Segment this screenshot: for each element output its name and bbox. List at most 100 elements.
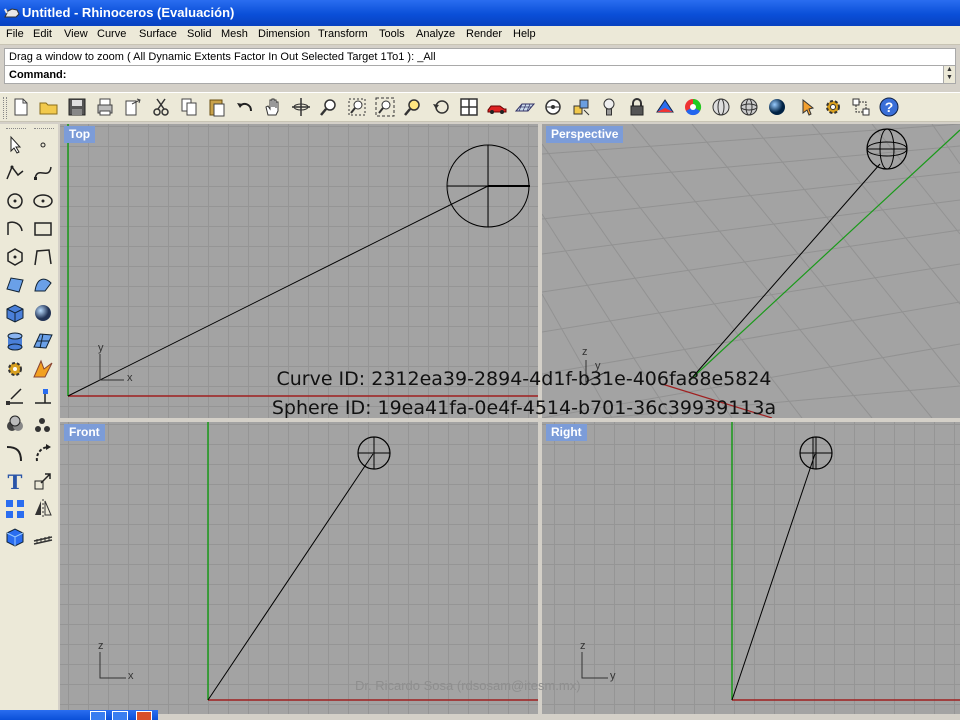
cplane-icon[interactable] [514, 96, 536, 118]
zoom-dynamic-icon[interactable] [346, 96, 368, 118]
snap-icon[interactable] [542, 96, 564, 118]
mesh-surface-icon[interactable] [31, 329, 55, 353]
polygon-icon[interactable] [3, 245, 27, 269]
command-scroll-spinner[interactable]: ▲ ▼ [943, 66, 955, 83]
menu-curve[interactable]: Curve [97, 28, 126, 40]
dimension-icon[interactable] [31, 525, 55, 549]
scale-icon[interactable] [31, 469, 55, 493]
help-icon[interactable]: ? [878, 96, 900, 118]
polyline-icon[interactable] [3, 161, 27, 185]
menu-file[interactable]: File [6, 28, 24, 40]
svg-text:?: ? [885, 99, 894, 115]
options-gear-icon[interactable] [822, 96, 844, 118]
light-bulb-icon[interactable] [598, 96, 620, 118]
layer-icon[interactable] [570, 96, 592, 118]
front-axis-x-label: x [128, 670, 134, 682]
sidebar-grip-2[interactable] [34, 128, 54, 130]
viewport-label-right[interactable]: Right [546, 424, 587, 441]
rectangle-icon[interactable] [31, 217, 55, 241]
cylinder-icon[interactable] [3, 329, 27, 353]
pan-hand-icon[interactable] [262, 96, 284, 118]
maximize-button[interactable] [112, 711, 128, 720]
sidebar-grip[interactable] [6, 128, 26, 130]
car-icon[interactable] [486, 96, 508, 118]
menu-surface[interactable]: Surface [139, 28, 177, 40]
undo-icon[interactable] [234, 96, 256, 118]
command-prompt: Command: [9, 69, 67, 81]
menu-transform[interactable]: Transform [318, 28, 368, 40]
toolbar-grip[interactable] [3, 97, 7, 119]
paste-icon[interactable] [206, 96, 228, 118]
fillet-icon[interactable] [3, 441, 27, 465]
rotate-icon[interactable] [31, 441, 55, 465]
minimized-window-strip[interactable] [0, 710, 158, 720]
copy-icon[interactable] [178, 96, 200, 118]
four-viewports-icon[interactable] [458, 96, 480, 118]
text-icon[interactable]: T [3, 469, 27, 493]
circle-icon[interactable] [3, 189, 27, 213]
viewport-right[interactable]: Right y z [542, 422, 960, 714]
menu-view[interactable]: View [64, 28, 88, 40]
select-icon[interactable] [798, 96, 820, 118]
window-title: Untitled - Rhinoceros (Evaluación) [22, 5, 235, 20]
viewport-label-perspective[interactable]: Perspective [546, 126, 624, 143]
lock-icon[interactable] [626, 96, 648, 118]
curve-id-text: Curve ID: 2312ea39-2894-4d1f-b31e-406fa8… [276, 368, 772, 390]
menu-solid[interactable]: Solid [187, 28, 211, 40]
right-axis-y-label: y [610, 670, 616, 682]
svg-text:T: T [8, 470, 23, 493]
wireframe-sphere-icon[interactable] [710, 96, 732, 118]
menu-analyze[interactable]: Analyze [416, 28, 455, 40]
standard-toolbar: ? [0, 92, 960, 122]
mirror-icon[interactable] [31, 497, 55, 521]
curve-icon[interactable] [31, 161, 55, 185]
gumball-icon[interactable] [850, 96, 872, 118]
rhino-icon [4, 8, 20, 18]
freeform-curve-icon[interactable] [31, 245, 55, 269]
surface-edit-icon[interactable] [31, 273, 55, 297]
print-icon[interactable] [94, 96, 116, 118]
box-icon[interactable] [3, 301, 27, 325]
open-folder-icon[interactable] [38, 96, 60, 118]
command-line[interactable]: Command: ▲ ▼ [4, 65, 956, 84]
viewport-front[interactable]: Front x z [60, 422, 538, 714]
author-watermark: Dr. Ricardo Sosa (rdsosam@itesm.mx) [355, 678, 581, 693]
minimize-button[interactable] [90, 711, 106, 720]
render-sphere-icon[interactable] [738, 96, 760, 118]
menu-edit[interactable]: Edit [33, 28, 52, 40]
viewport-label-top[interactable]: Top [64, 126, 96, 143]
title-bar: Untitled - Rhinoceros (Evaluación) [0, 0, 960, 26]
undo-view-icon[interactable] [430, 96, 452, 118]
sphere-id-text: Sphere ID: 19ea41fa-0e4f-4514-b701-36c39… [271, 397, 777, 419]
solid-box-icon[interactable] [3, 525, 27, 549]
point-icon[interactable] [31, 133, 55, 157]
zoom-extents-icon[interactable] [374, 96, 396, 118]
group-icon[interactable] [3, 497, 27, 521]
rotate-view-icon[interactable] [290, 96, 312, 118]
viewport-label-front[interactable]: Front [64, 424, 105, 441]
command-history-text: Drag a window to zoom ( All Dynamic Exte… [9, 51, 436, 63]
command-history: Drag a window to zoom ( All Dynamic Exte… [4, 48, 956, 65]
sphere-solid-icon[interactable] [31, 301, 55, 325]
menu-dimension[interactable]: Dimension [258, 28, 310, 40]
new-file-icon[interactable] [10, 96, 32, 118]
export-icon[interactable] [122, 96, 144, 118]
menu-tools[interactable]: Tools [379, 28, 405, 40]
zoom-selected-icon[interactable] [402, 96, 424, 118]
save-icon[interactable] [66, 96, 88, 118]
menu-render[interactable]: Render [466, 28, 502, 40]
zoom-window-icon[interactable] [318, 96, 340, 118]
ellipse-icon[interactable] [31, 189, 55, 213]
cut-icon[interactable] [150, 96, 172, 118]
shade-icon[interactable] [654, 96, 676, 118]
color-wheel-icon[interactable] [682, 96, 704, 118]
close-button[interactable] [136, 711, 152, 720]
blue-sphere-icon[interactable] [766, 96, 788, 118]
arc-icon[interactable] [3, 217, 27, 241]
front-axis-z-label: z [98, 640, 104, 652]
select-arrow-icon[interactable] [3, 133, 27, 157]
menu-help[interactable]: Help [513, 28, 536, 40]
perspective-axis-z-label: z [582, 346, 588, 358]
surface-icon[interactable] [3, 273, 27, 297]
menu-mesh[interactable]: Mesh [221, 28, 248, 40]
